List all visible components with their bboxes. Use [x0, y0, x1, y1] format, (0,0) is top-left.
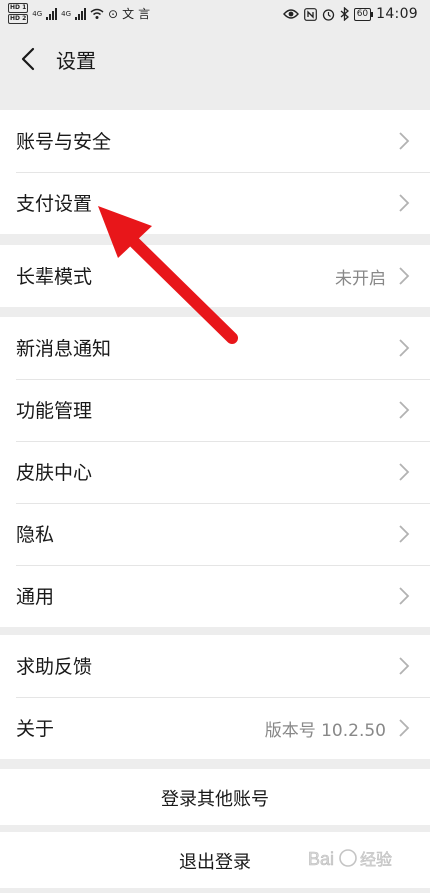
- signal-2-icon: [75, 7, 87, 20]
- hd-1-icon: HD 1: [8, 3, 29, 13]
- chevron-right-icon: [399, 132, 410, 150]
- app-notification-icon: ⊙: [108, 6, 119, 21]
- chevron-right-icon: [399, 401, 410, 419]
- settings-group-general: 新消息通知 功能管理 皮肤中心 隐私 通用: [0, 317, 430, 627]
- settings-item-label: 关于: [16, 718, 55, 740]
- eye-icon: [282, 9, 299, 19]
- page-title: 设置: [56, 49, 96, 73]
- network-type-1: 4G: [32, 9, 43, 18]
- settings-item-privacy[interactable]: 隐私: [0, 503, 430, 565]
- wen-icon: 文: [122, 7, 135, 21]
- settings-item-label: 求助反馈: [16, 656, 93, 678]
- settings-item-elder-mode[interactable]: 长辈模式 未开启: [0, 245, 430, 307]
- settings-item-features[interactable]: 功能管理: [0, 379, 430, 441]
- settings-item-value: 未开启: [335, 269, 386, 289]
- nfc-icon: [303, 7, 317, 21]
- svg-text:Bai: Bai: [308, 849, 334, 869]
- settings-item-label: 账号与安全: [16, 131, 112, 153]
- bluetooth-icon: [340, 7, 349, 21]
- settings-group-elder: 长辈模式 未开启: [0, 245, 430, 307]
- settings-item-feedback[interactable]: 求助反馈: [0, 635, 430, 697]
- network-type-2: 4G: [61, 9, 72, 18]
- settings-item-skins[interactable]: 皮肤中心: [0, 441, 430, 503]
- settings-item-value: 版本号 10.2.50: [264, 721, 386, 741]
- status-bar: HD 1 HD 2 4G 4G ⊙ 文 言 60 14:09: [0, 0, 430, 32]
- settings-item-payment[interactable]: 支付设置: [0, 172, 430, 234]
- settings-item-label: 长辈模式: [16, 266, 93, 288]
- nav-bar: 设置: [0, 32, 430, 86]
- chevron-right-icon: [399, 267, 410, 285]
- switch-account-button[interactable]: 登录其他账号: [0, 769, 430, 825]
- svg-text:经验: 经验: [360, 850, 392, 869]
- settings-item-notifications[interactable]: 新消息通知: [0, 317, 430, 379]
- chevron-right-icon: [399, 719, 410, 737]
- settings-item-label: 新消息通知: [16, 338, 112, 360]
- chevron-right-icon: [399, 463, 410, 481]
- settings-item-label: 功能管理: [16, 400, 93, 422]
- settings-item-label: 皮肤中心: [16, 462, 93, 484]
- settings-item-label: 隐私: [16, 524, 55, 546]
- chevron-right-icon: [399, 194, 410, 212]
- settings-group-account: 账号与安全 支付设置: [0, 110, 430, 234]
- signal-1-icon: [46, 7, 58, 20]
- settings-group-about: 求助反馈 关于 版本号 10.2.50: [0, 635, 430, 759]
- back-arrow-icon[interactable]: [18, 46, 40, 72]
- alarm-icon: [322, 8, 334, 21]
- chevron-right-icon: [399, 525, 410, 543]
- baidu-watermark-logo: Bai 经验: [308, 849, 392, 870]
- battery-icon: 60: [353, 7, 374, 21]
- wifi-icon: [90, 8, 104, 19]
- hd-badges: HD 1 HD 2: [8, 3, 29, 24]
- chevron-right-icon: [399, 587, 410, 605]
- settings-item-label: 支付设置: [16, 193, 93, 215]
- settings-item-about[interactable]: 关于 版本号 10.2.50: [0, 697, 430, 759]
- hd-2-icon: HD 2: [8, 14, 29, 24]
- yan-icon: 言: [138, 7, 151, 21]
- switch-account-label: 登录其他账号: [161, 789, 269, 810]
- chevron-right-icon: [399, 339, 410, 357]
- settings-item-account-security[interactable]: 账号与安全: [0, 110, 430, 172]
- status-left: HD 1 HD 2 4G 4G ⊙ 文 言: [8, 3, 150, 24]
- chevron-right-icon: [399, 657, 410, 675]
- settings-item-general[interactable]: 通用: [0, 565, 430, 627]
- status-right: 60 14:09: [282, 6, 418, 22]
- status-time: 14:09: [376, 6, 418, 22]
- settings-item-label: 通用: [16, 586, 55, 608]
